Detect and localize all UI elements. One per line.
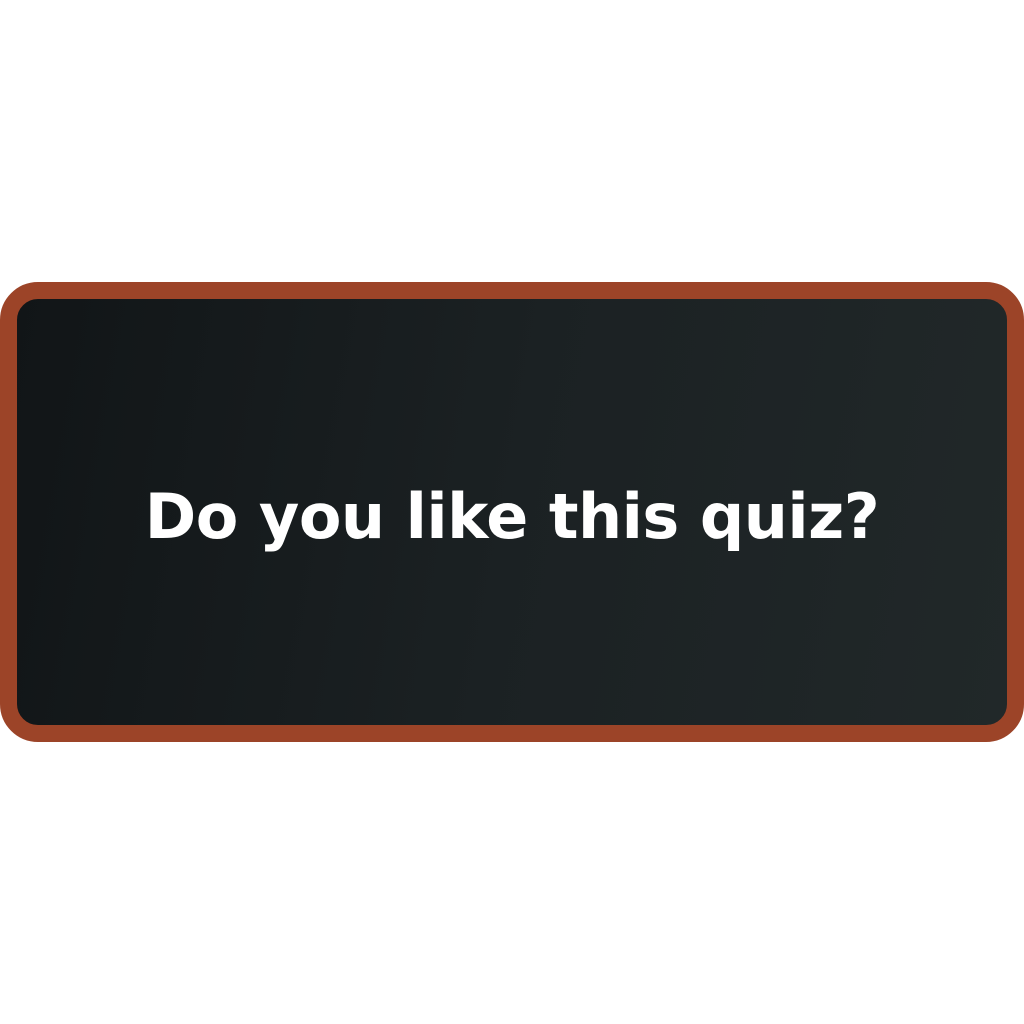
question-text: Do you like this quiz? [144,479,880,553]
quiz-prompt-card: Do you like this quiz? [0,282,1024,742]
page: Do you like this quiz? [0,0,1024,1024]
